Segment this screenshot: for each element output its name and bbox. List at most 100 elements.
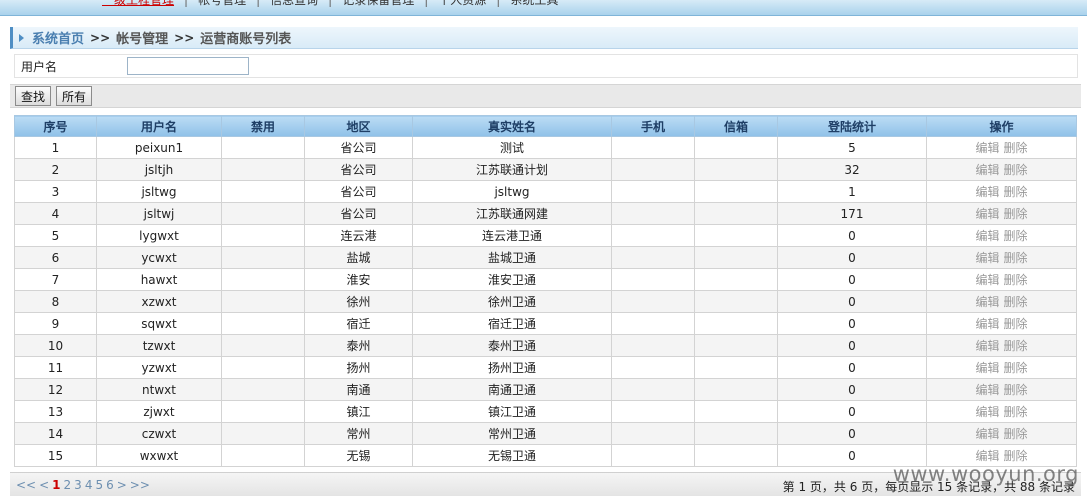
row-login-count: 32 xyxy=(777,158,927,181)
delete-link[interactable]: 删除 xyxy=(1004,207,1028,221)
edit-link[interactable]: 编辑 xyxy=(975,185,999,199)
row-disabled xyxy=(221,422,305,445)
row-real-name: 泰州卫通 xyxy=(412,334,612,357)
edit-link[interactable]: 编辑 xyxy=(975,273,999,287)
row-username: czwxt xyxy=(96,422,222,445)
row-actions: 编辑 删除 xyxy=(926,422,1077,445)
row-region: 省公司 xyxy=(304,158,413,181)
row-login-count: 0 xyxy=(777,400,927,423)
row-disabled xyxy=(221,246,305,269)
delete-link[interactable]: 删除 xyxy=(1004,141,1028,155)
edit-link[interactable]: 编辑 xyxy=(975,229,999,243)
row-disabled xyxy=(221,378,305,401)
edit-link[interactable]: 编辑 xyxy=(975,449,999,463)
row-login-count: 0 xyxy=(777,224,927,247)
first-page-link[interactable]: << xyxy=(16,478,36,492)
top-nav-item[interactable]: 信息查询 xyxy=(260,0,328,7)
edit-link[interactable]: 编辑 xyxy=(975,383,999,397)
row-disabled xyxy=(221,158,305,181)
edit-link[interactable]: 编辑 xyxy=(975,317,999,331)
row-index: 8 xyxy=(14,290,97,313)
row-actions: 编辑 删除 xyxy=(926,312,1077,335)
row-login-count: 5 xyxy=(777,136,927,159)
table-row: 7 hawxt 淮安 淮安卫通 0 编辑 删除 xyxy=(14,268,1077,291)
edit-link[interactable]: 编辑 xyxy=(975,427,999,441)
find-button[interactable]: 查找 xyxy=(15,86,52,106)
delete-link[interactable]: 删除 xyxy=(1004,383,1028,397)
row-real-name: jsltwg xyxy=(412,180,612,203)
top-nav-item[interactable]: 系统工具 xyxy=(500,0,568,7)
top-nav-item[interactable]: 帐号管理 xyxy=(188,0,256,7)
delete-link[interactable]: 删除 xyxy=(1004,427,1028,441)
row-email xyxy=(694,378,778,401)
top-nav-bar: 一级工程管理 | 帐号管理 | 信息查询 | 记录保留管理 | 个人资源 | 系统工具 xyxy=(0,0,1087,16)
table-row: 13 zjwxt 镇江 镇江卫通 0 编辑 删除 xyxy=(14,400,1077,423)
page-numbers: 123456 xyxy=(52,478,117,492)
row-region: 泰州 xyxy=(304,334,413,357)
edit-link[interactable]: 编辑 xyxy=(975,251,999,265)
delete-link[interactable]: 删除 xyxy=(1004,273,1028,287)
page-number-link[interactable]: 6 xyxy=(106,478,114,492)
page-number-link[interactable]: 5 xyxy=(95,478,103,492)
row-region: 省公司 xyxy=(304,180,413,203)
delete-link[interactable]: 删除 xyxy=(1004,229,1028,243)
edit-link[interactable]: 编辑 xyxy=(975,163,999,177)
row-region: 盐城 xyxy=(304,246,413,269)
row-index: 9 xyxy=(14,312,97,335)
page-number-link[interactable]: 2 xyxy=(64,478,72,492)
delete-link[interactable]: 删除 xyxy=(1004,361,1028,375)
row-login-count: 0 xyxy=(777,334,927,357)
delete-link[interactable]: 删除 xyxy=(1004,185,1028,199)
row-index: 3 xyxy=(14,180,97,203)
delete-link[interactable]: 删除 xyxy=(1004,317,1028,331)
delete-link[interactable]: 删除 xyxy=(1004,449,1028,463)
delete-link[interactable]: 删除 xyxy=(1004,163,1028,177)
edit-link[interactable]: 编辑 xyxy=(975,295,999,309)
row-real-name: 镇江卫通 xyxy=(412,400,612,423)
top-nav-item[interactable]: 记录保留管理 xyxy=(332,0,424,7)
row-disabled xyxy=(221,224,305,247)
top-nav-item[interactable]: 个人资源 xyxy=(428,0,496,7)
page-number-link[interactable]: 3 xyxy=(74,478,82,492)
row-real-name: 常州卫通 xyxy=(412,422,612,445)
row-actions: 编辑 删除 xyxy=(926,356,1077,379)
show-all-button[interactable]: 所有 xyxy=(56,86,93,106)
edit-link[interactable]: 编辑 xyxy=(975,339,999,353)
delete-link[interactable]: 删除 xyxy=(1004,405,1028,419)
delete-link[interactable]: 删除 xyxy=(1004,295,1028,309)
table-row: 2 jsltjh 省公司 江苏联通计划 32 编辑 删除 xyxy=(14,158,1077,181)
row-email xyxy=(694,180,778,203)
row-disabled xyxy=(221,180,305,203)
delete-link[interactable]: 删除 xyxy=(1004,251,1028,265)
row-region: 连云港 xyxy=(304,224,413,247)
row-email xyxy=(694,356,778,379)
row-real-name: 江苏联通网建 xyxy=(412,202,612,225)
row-username: ycwxt xyxy=(96,246,222,269)
page-number-link[interactable]: 1 xyxy=(52,478,60,492)
edit-link[interactable]: 编辑 xyxy=(975,141,999,155)
table-row: 1 peixun1 省公司 测试 5 编辑 删除 xyxy=(14,136,1077,159)
row-disabled xyxy=(221,444,305,467)
row-phone xyxy=(611,312,695,335)
next-page-link[interactable]: > xyxy=(117,478,127,492)
top-nav-item[interactable]: 一级工程管理 xyxy=(92,0,184,7)
page-number-link[interactable]: 4 xyxy=(85,478,93,492)
prev-page-link[interactable]: < xyxy=(39,478,49,492)
row-email xyxy=(694,422,778,445)
edit-link[interactable]: 编辑 xyxy=(975,361,999,375)
row-login-count: 1 xyxy=(777,180,927,203)
row-actions: 编辑 删除 xyxy=(926,334,1077,357)
row-username: sqwxt xyxy=(96,312,222,335)
edit-link[interactable]: 编辑 xyxy=(975,207,999,221)
row-email xyxy=(694,290,778,313)
row-email xyxy=(694,224,778,247)
delete-link[interactable]: 删除 xyxy=(1004,339,1028,353)
breadcrumb-home[interactable]: 系统首页 xyxy=(32,28,84,47)
row-username: lygwxt xyxy=(96,224,222,247)
edit-link[interactable]: 编辑 xyxy=(975,405,999,419)
username-input[interactable] xyxy=(127,57,249,75)
top-nav-items: 一级工程管理 | 帐号管理 | 信息查询 | 记录保留管理 | 个人资源 | 系统工具 xyxy=(92,0,568,7)
search-form: 用户名 xyxy=(14,54,1078,78)
last-page-link[interactable]: >> xyxy=(130,478,150,492)
row-actions: 编辑 删除 xyxy=(926,180,1077,203)
